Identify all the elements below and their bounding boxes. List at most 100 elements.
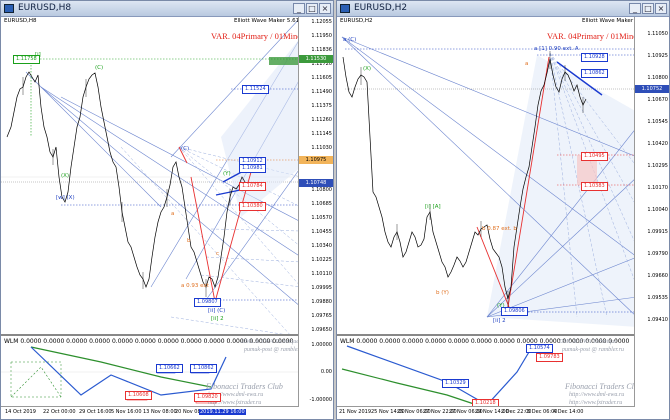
wave-label: a (525, 61, 529, 67)
left-price-axis[interactable]: 1.12055 1.11950 1.11836 1.11720 1.11605 … (298, 17, 333, 407)
wave-label: b (187, 238, 191, 244)
price-tick: 1.10685 (311, 201, 332, 207)
wave-label: (Y) (223, 171, 231, 177)
left-ewm-label: Elliott Wave Maker 5.61.5 (234, 18, 305, 24)
left-watermark-2: pumuk-post @ rambler.ru (244, 347, 307, 353)
left-club-label: Fibonacci Traders Club (206, 382, 283, 391)
price-tick: 1.11050 (647, 31, 668, 37)
close-icon[interactable]: × (655, 3, 667, 14)
price-tick: 1.10925 (647, 53, 668, 59)
maximize-icon[interactable]: □ (642, 3, 654, 14)
minimize-icon[interactable]: _ (629, 3, 641, 14)
wave-label: (C) (95, 65, 104, 71)
left-symbol-label: EURUSD,H8 (4, 18, 37, 24)
level-box: 1.09806 (501, 307, 528, 316)
price-tick: 1.11145 (311, 131, 332, 137)
price-tick: 1.10570 (311, 215, 332, 221)
wave-label: (X) (363, 66, 372, 72)
price-tick: 1.10455 (311, 229, 332, 235)
wave-label: [i] [A] (425, 204, 441, 210)
left-variant-label: VAR. 04Primary / 01Minor (211, 31, 305, 41)
wave-label: [ii] 2 (493, 318, 506, 324)
chart-window-icon (340, 4, 350, 13)
price-tick: 1.09915 (647, 229, 668, 235)
wave-label: b 0.87 ext. b (482, 226, 517, 232)
wave-label: (X) (61, 173, 70, 179)
price-tick: 1.11605 (311, 75, 332, 81)
price-tag-blue: 1.10752 (635, 85, 669, 93)
wave-label: a 0.93 ext (181, 283, 209, 289)
price-tick: 1.09765 (311, 313, 332, 319)
wave-label: [ii] 2 (211, 316, 224, 322)
wave-label: (C) (181, 146, 190, 152)
level-box: 1.10981 (239, 164, 266, 173)
price-tick: 1.10545 (647, 119, 668, 125)
level-box: 1.10862 (581, 69, 608, 78)
maximize-icon[interactable]: □ (306, 3, 318, 14)
wave-label: a [1] 0.90 ext. A (534, 46, 579, 52)
wave-label: b (Y) (436, 290, 449, 296)
price-tick: 1.11030 (311, 145, 332, 151)
price-tick: 1.09790 (647, 251, 668, 257)
right-variant-label: VAR. 04Primary / 01Minor (547, 31, 641, 41)
wave-label: c (216, 251, 220, 257)
level-box: 1.10784 (239, 182, 266, 191)
date-tick: 13 Nov 08:00 (143, 409, 177, 415)
left-date-axis[interactable]: 14 Oct 2019 22 Oct 00:00 29 Oct 16:00 5 … (1, 406, 299, 419)
right-watermark-2: pumuk-post @ rambler.ru (562, 347, 625, 353)
price-tick: 1.10800 (311, 187, 332, 193)
right-window-title: EURUSD,H2 (354, 3, 408, 13)
wave-label: [ii] (C) (208, 308, 226, 314)
right-club-label: Fibonacci Traders Club (565, 382, 642, 391)
wave-label: (Y) (497, 303, 505, 309)
date-tick: 21 Nov 2019 (339, 409, 372, 415)
level-box: 1.10380 (239, 202, 266, 211)
chart-window-icon (4, 4, 14, 13)
level-box: 1.11524 (242, 85, 269, 94)
price-tick: 1.09880 (311, 299, 332, 305)
price-tick: 1.09650 (311, 327, 332, 333)
price-tick: 1.11375 (311, 103, 332, 109)
price-tick: 1.11836 (311, 47, 332, 53)
ind-box: 1.10662 (156, 364, 183, 373)
level-box: 1.10495 (581, 152, 608, 161)
ind-tick: -1.00000 (309, 397, 332, 403)
date-tick: 29 Oct 16:00 (79, 409, 112, 415)
right-price-axis[interactable]: 1.11050 1.10925 1.10800 1.10670 1.10545 … (634, 17, 669, 407)
wave-label: a (171, 211, 175, 217)
ind-box: 1.09783 (536, 353, 563, 362)
ind-tick: 1.00000 (311, 342, 332, 348)
ind-box: 1.10862 (190, 364, 217, 373)
ind-box: 1.10329 (442, 379, 469, 388)
price-tick: 1.10110 (311, 271, 332, 277)
right-chart-window[interactable]: EURUSD,H2 _ □ × EURUSD,H2 Elliott Wave M… (336, 0, 670, 420)
price-tag-green: 1.11530 (299, 55, 333, 63)
price-tick: 1.10670 (647, 97, 668, 103)
price-tag-blue: 1.10748 (299, 179, 333, 187)
left-title-bar[interactable]: EURUSD,H8 _ □ × (1, 1, 333, 17)
date-tick: 4 Dec 14:00 (553, 409, 584, 415)
price-tick: 1.10340 (311, 243, 332, 249)
price-tick: 1.09535 (647, 295, 668, 301)
price-tick: 1.10800 (647, 75, 668, 81)
right-symbol-label: EURUSD,H2 (340, 18, 373, 24)
left-window-buttons: _ □ × (293, 3, 331, 14)
ind-box: 1.09820 (194, 393, 221, 402)
right-date-axis[interactable]: 21 Nov 2019 25 Nov 14:00 25 Nov 06:00 27… (337, 406, 635, 419)
right-title-bar[interactable]: EURUSD,H2 _ □ × (337, 1, 669, 17)
date-tick: 5 Nov 16:00 (111, 409, 142, 415)
left-chart-window[interactable]: EURUSD,H8 _ □ × EURUSD,H8 Elliott Wave M… (0, 0, 334, 420)
right-watermark-1: DML & EWA Technique (559, 339, 617, 345)
price-tick: 1.11490 (311, 89, 332, 95)
close-icon[interactable]: × (319, 3, 331, 14)
price-tick: 1.09995 (311, 285, 332, 291)
wave-label: [i] (35, 52, 41, 58)
price-tick: 1.09660 (647, 273, 668, 279)
ind-box: 1.10608 (125, 391, 152, 400)
price-tick: 1.11260 (311, 117, 332, 123)
minimize-icon[interactable]: _ (293, 3, 305, 14)
date-cursor-tag: 2019.11.29 16:00 (199, 409, 246, 415)
date-tick: 14 Oct 2019 (5, 409, 36, 415)
price-tick: 1.12055 (311, 19, 332, 25)
date-tick: 22 Oct 00:00 (43, 409, 76, 415)
